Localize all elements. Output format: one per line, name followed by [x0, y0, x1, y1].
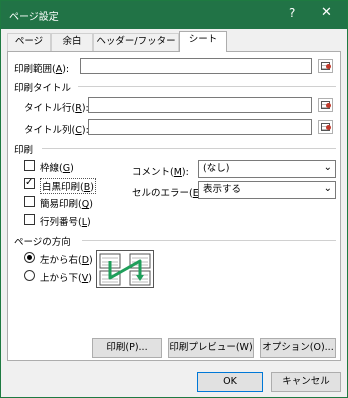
gridlines-label[interactable]: 枠線(G): [40, 160, 74, 174]
comments-select-value: (なし): [203, 163, 230, 174]
range-select-icon: [321, 62, 331, 70]
print-preview-button[interactable]: 印刷プレビュー(W): [168, 338, 254, 358]
comments-label: コメント(M):: [132, 167, 189, 178]
print-area-label: 印刷範囲(A):: [14, 64, 70, 75]
range-select-icon: [321, 101, 331, 109]
title-cols-label: タイトル列(C):: [24, 125, 89, 136]
print-titles-heading: 印刷タイトル: [14, 83, 72, 94]
gridlines-checkbox[interactable]: [24, 160, 35, 171]
help-button[interactable]: ?: [289, 6, 295, 20]
draft-quality-label[interactable]: 簡易印刷(Q): [40, 196, 93, 210]
title-cols-collapse-button[interactable]: [318, 120, 333, 134]
comments-select[interactable]: (なし) ⌄: [198, 160, 336, 178]
print-area-input[interactable]: [80, 58, 312, 74]
down-then-over-label[interactable]: 左から右(D): [40, 252, 93, 266]
black-white-label[interactable]: 白黒印刷(B): [40, 178, 96, 194]
close-button[interactable]: ✕: [321, 5, 332, 20]
options-button[interactable]: オプション(O)...: [260, 338, 336, 358]
tab-sheet[interactable]: シート: [179, 31, 227, 52]
print-heading: 印刷: [14, 145, 34, 156]
cell-errors-select[interactable]: 表示する ⌄: [198, 181, 336, 199]
page-order-heading: ページの方向: [14, 237, 71, 248]
title-bar: ページ設定 ? ✕: [1, 1, 347, 29]
page-order-preview: [96, 250, 154, 288]
chevron-down-icon: ⌄: [323, 183, 332, 194]
page-setup-dialog: ページ設定 ? ✕ ページ 余白 ヘッダー/フッター シート 印刷範囲(A): …: [0, 0, 348, 398]
black-white-checkbox[interactable]: [24, 177, 35, 189]
tab-margins[interactable]: 余白: [51, 33, 93, 51]
row-col-headings-checkbox[interactable]: [24, 214, 35, 225]
cell-errors-select-value: 表示する: [203, 184, 242, 195]
title-cols-input[interactable]: [88, 119, 312, 135]
tab-page[interactable]: ページ: [7, 33, 51, 51]
print-button[interactable]: 印刷(P)...: [92, 338, 162, 358]
print-divider: [42, 148, 336, 149]
ok-button[interactable]: OK: [197, 372, 263, 392]
down-then-over-radio[interactable]: [24, 252, 35, 263]
title-rows-collapse-button[interactable]: [318, 98, 333, 112]
tab-strip: ページ 余白 ヘッダー/フッター シート: [7, 31, 341, 52]
range-select-icon: [321, 123, 331, 131]
chevron-down-icon: ⌄: [323, 162, 332, 173]
cell-errors-label: セルのエラー(E):: [132, 188, 206, 199]
cancel-button[interactable]: キャンセル: [271, 372, 341, 392]
title-rows-label: タイトル行(R):: [24, 103, 89, 114]
over-then-down-radio[interactable]: [24, 270, 35, 281]
page-order-divider: [82, 240, 336, 241]
over-then-down-label[interactable]: 上から下(V): [40, 270, 92, 284]
dialog-title: ページ設定: [9, 12, 59, 23]
print-titles-divider: [78, 86, 336, 87]
print-area-collapse-button[interactable]: [318, 59, 333, 73]
draft-quality-checkbox[interactable]: [24, 196, 35, 207]
row-col-headings-label[interactable]: 行列番号(L): [40, 214, 91, 228]
tab-header-footer[interactable]: ヘッダー/フッター: [93, 33, 179, 51]
sheet-panel: 印刷範囲(A): 印刷タイトル タイトル行(R): タイトル列(C): 印刷 枠…: [7, 51, 341, 361]
page-order-preview-icon: [99, 253, 151, 286]
title-rows-input[interactable]: [88, 97, 312, 113]
